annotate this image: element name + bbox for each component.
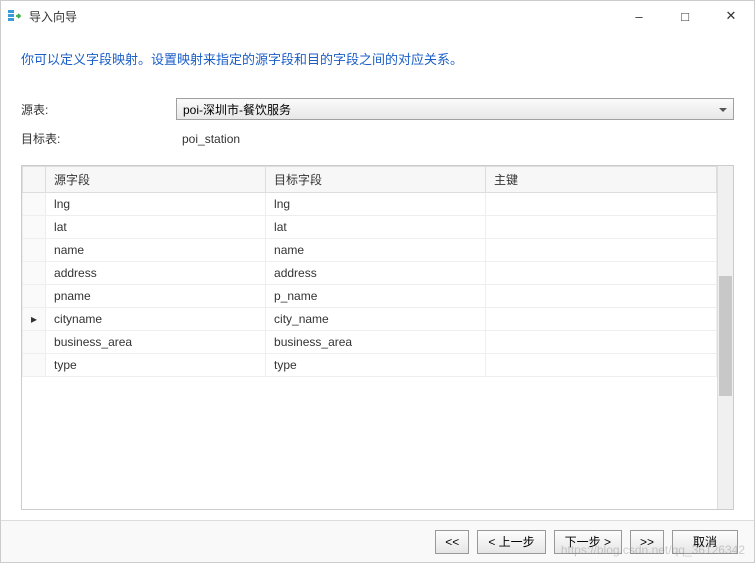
first-button[interactable]: << [435,530,469,554]
pk-cell[interactable] [486,331,717,354]
pk-cell[interactable] [486,262,717,285]
source-table-value: poi-深圳市-餐饮服务 [183,101,291,118]
row-handle[interactable] [23,216,46,239]
source-field-cell[interactable]: name [46,239,266,262]
row-handle[interactable] [23,239,46,262]
table-row[interactable]: typetype [23,354,717,377]
source-field-cell[interactable]: pname [46,285,266,308]
source-field-cell[interactable]: lat [46,216,266,239]
pk-cell[interactable] [486,308,717,331]
table-row[interactable]: lnglng [23,193,717,216]
target-field-cell[interactable]: p_name [266,285,486,308]
header-pk[interactable]: 主键 [486,167,717,193]
source-field-cell[interactable]: cityname [46,308,266,331]
header-target[interactable]: 目标字段 [266,167,486,193]
wizard-footer: << < 上一步 下一步 > >> 取消 [1,520,754,562]
mapping-table: 源字段 目标字段 主键 lnglnglatlatnamenameaddressa… [22,166,717,377]
pk-cell[interactable] [486,285,717,308]
window-title: 导入向导 [29,8,616,25]
app-icon [7,8,23,24]
source-table-label: 源表: [21,101,176,118]
mapping-table-scroll[interactable]: 源字段 目标字段 主键 lnglnglatlatnamenameaddressa… [22,166,717,509]
cancel-button[interactable]: 取消 [672,530,738,554]
prev-button[interactable]: < 上一步 [477,530,545,554]
row-handle[interactable] [23,285,46,308]
pk-cell[interactable] [486,354,717,377]
source-field-cell[interactable]: type [46,354,266,377]
pk-cell[interactable] [486,216,717,239]
target-field-cell[interactable]: name [266,239,486,262]
target-field-cell[interactable]: lng [266,193,486,216]
header-source[interactable]: 源字段 [46,167,266,193]
mapping-table-wrapper: 源字段 目标字段 主键 lnglnglatlatnamenameaddressa… [21,165,734,510]
source-table-row: 源表: poi-深圳市-餐饮服务 [21,98,734,120]
next-button[interactable]: 下一步 > [554,530,622,554]
source-field-cell[interactable]: lng [46,193,266,216]
window-controls: – □ ✕ [616,1,754,31]
source-field-cell[interactable]: address [46,262,266,285]
source-field-cell[interactable]: business_area [46,331,266,354]
row-handle[interactable] [23,193,46,216]
import-wizard-window: 导入向导 – □ ✕ 你可以定义字段映射。设置映射来指定的源字段和目的字段之间的… [0,0,755,563]
table-row[interactable]: namename [23,239,717,262]
table-row[interactable]: ▸citynamecity_name [23,308,717,331]
target-table-value: poi_station [176,132,734,146]
minimize-button[interactable]: – [616,1,662,31]
source-table-select[interactable]: poi-深圳市-餐饮服务 [176,98,734,120]
instruction-text: 你可以定义字段映射。设置映射来指定的源字段和目的字段之间的对应关系。 [21,49,734,68]
pk-cell[interactable] [486,239,717,262]
last-button[interactable]: >> [630,530,664,554]
row-handle[interactable] [23,262,46,285]
maximize-button[interactable]: □ [662,1,708,31]
vertical-scrollbar[interactable] [717,166,733,509]
target-field-cell[interactable]: business_area [266,331,486,354]
target-field-cell[interactable]: address [266,262,486,285]
table-row[interactable]: business_areabusiness_area [23,331,717,354]
row-handle-header [23,167,46,193]
row-handle[interactable] [23,331,46,354]
target-table-row: 目标表: poi_station [21,130,734,147]
scrollbar-thumb[interactable] [719,276,732,396]
close-button[interactable]: ✕ [708,1,754,31]
target-table-label: 目标表: [21,130,176,147]
content-area: 你可以定义字段映射。设置映射来指定的源字段和目的字段之间的对应关系。 源表: p… [1,31,754,520]
table-row[interactable]: latlat [23,216,717,239]
row-handle[interactable] [23,354,46,377]
pk-cell[interactable] [486,193,717,216]
table-row[interactable]: pnamep_name [23,285,717,308]
title-bar: 导入向导 – □ ✕ [1,1,754,31]
target-field-cell[interactable]: type [266,354,486,377]
target-field-cell[interactable]: city_name [266,308,486,331]
target-field-cell[interactable]: lat [266,216,486,239]
row-handle[interactable]: ▸ [23,308,46,331]
table-row[interactable]: addressaddress [23,262,717,285]
